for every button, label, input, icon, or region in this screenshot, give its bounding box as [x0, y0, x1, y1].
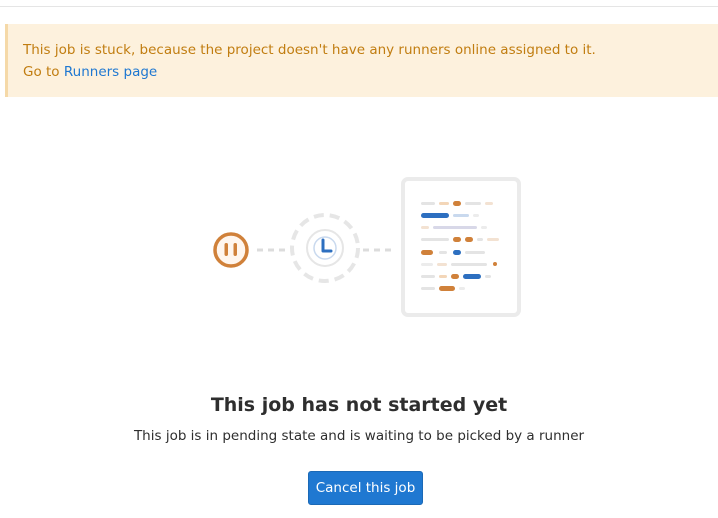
- alert-action-line: Go to Runners page: [23, 61, 718, 83]
- pending-job-illustration: [213, 177, 521, 317]
- pause-icon: [213, 232, 249, 268]
- stuck-job-alert: This job is stuck, because the project d…: [5, 24, 718, 97]
- top-divider: [0, 6, 718, 7]
- runners-page-link[interactable]: Runners page: [64, 64, 157, 80]
- alert-message: This job is stuck, because the project d…: [23, 42, 596, 58]
- job-page: This job is stuck, because the project d…: [0, 0, 718, 518]
- empty-state-subtitle: This job is in pending state and is wait…: [133, 428, 585, 444]
- cancel-job-button[interactable]: Cancel this job: [308, 471, 423, 505]
- clock-icon: [290, 213, 360, 283]
- job-log-document-icon: [401, 177, 521, 317]
- alert-link-prefix: Go to: [23, 64, 60, 80]
- empty-state-title: This job has not started yet: [210, 394, 508, 416]
